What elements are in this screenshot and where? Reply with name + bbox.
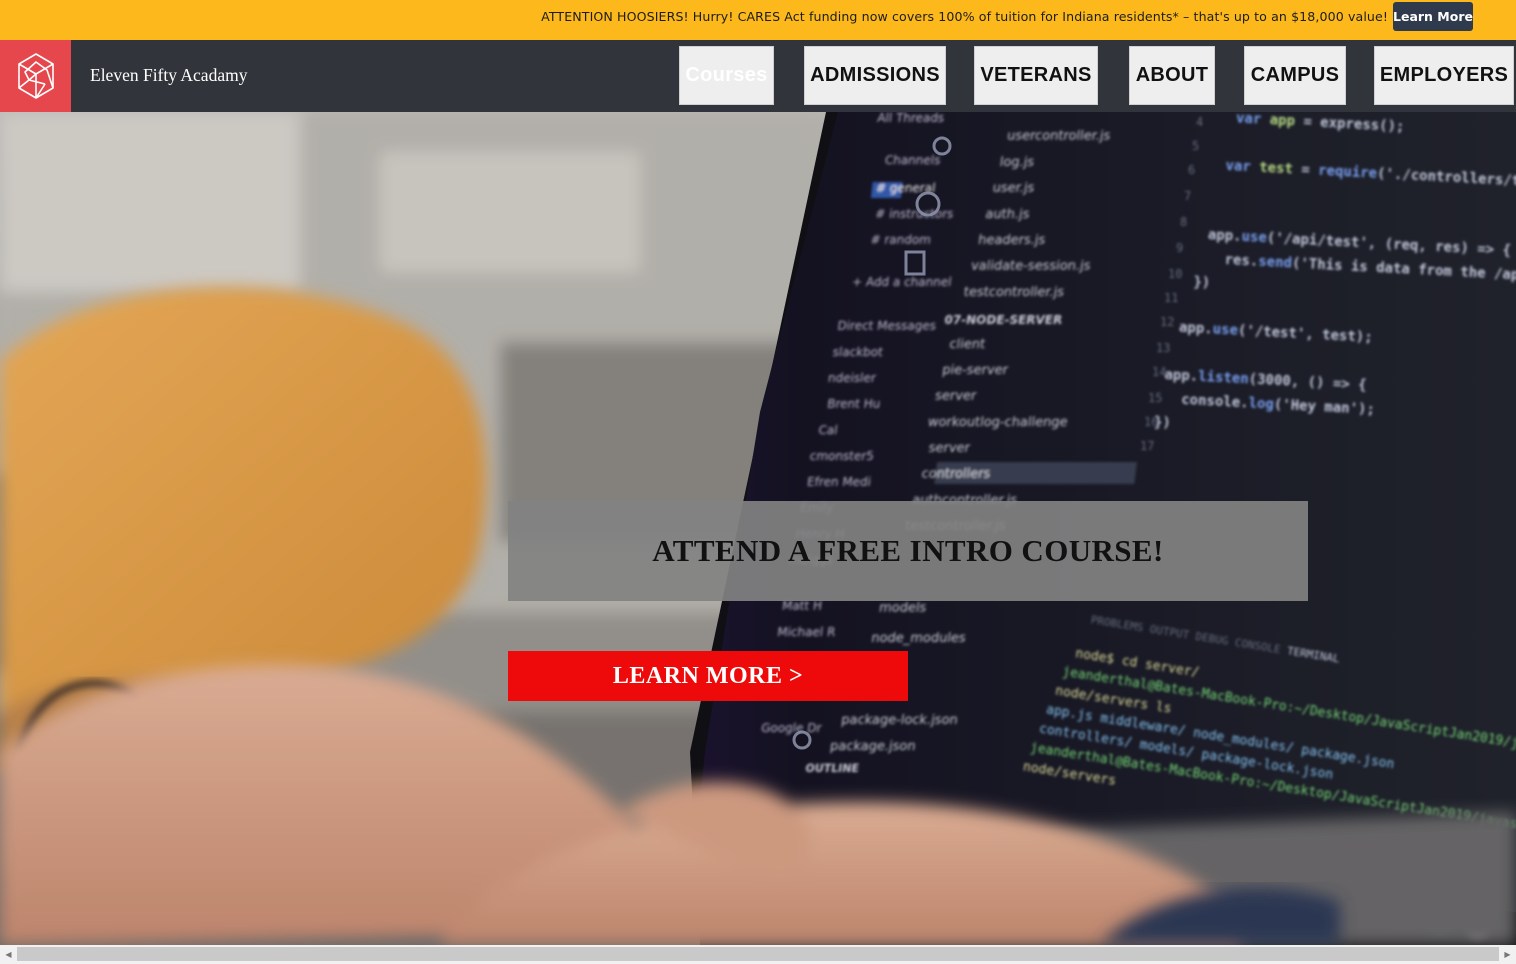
nav-courses-button[interactable]: Courses bbox=[679, 46, 774, 105]
nav-about-button[interactable]: ABOUT bbox=[1129, 46, 1215, 105]
cta-title: ATTEND A FREE INTRO COURSE! bbox=[652, 533, 1164, 568]
announcement-bar: ATTENTION HOOSIERS! Hurry! CARES Act fun… bbox=[0, 0, 1516, 40]
announcement-text: ATTENTION HOOSIERS! Hurry! CARES Act fun… bbox=[541, 9, 1388, 24]
brand-name-link[interactable]: Eleven Fifty Acadamy bbox=[90, 65, 247, 86]
nav-employers-button[interactable]: EMPLOYERS bbox=[1374, 46, 1514, 105]
horizontal-scrollbar[interactable]: ◀ ▶ bbox=[0, 945, 1516, 964]
nav-campus-button[interactable]: CAMPUS bbox=[1244, 46, 1346, 105]
scrollbar-thumb[interactable] bbox=[17, 947, 1499, 961]
learn-more-button[interactable]: LEARN MORE > bbox=[508, 651, 908, 701]
announcement-learn-more-button[interactable]: Learn More bbox=[1393, 2, 1473, 31]
scroll-right-arrow-icon[interactable]: ▶ bbox=[1499, 945, 1516, 964]
main-navigation: Eleven Fifty Acadamy Courses ADMISSIONS … bbox=[0, 40, 1516, 112]
nav-admissions-button[interactable]: ADMISSIONS bbox=[804, 46, 946, 105]
hero-banner: All Threads Channels # general # instruc… bbox=[0, 112, 1516, 945]
logo-home-link[interactable] bbox=[0, 40, 71, 112]
nav-veterans-button[interactable]: VETERANS bbox=[974, 46, 1098, 105]
scroll-left-arrow-icon[interactable]: ◀ bbox=[0, 945, 17, 964]
hexagon-network-logo-icon bbox=[17, 53, 54, 99]
cta-panel: ATTEND A FREE INTRO COURSE! bbox=[508, 501, 1308, 601]
